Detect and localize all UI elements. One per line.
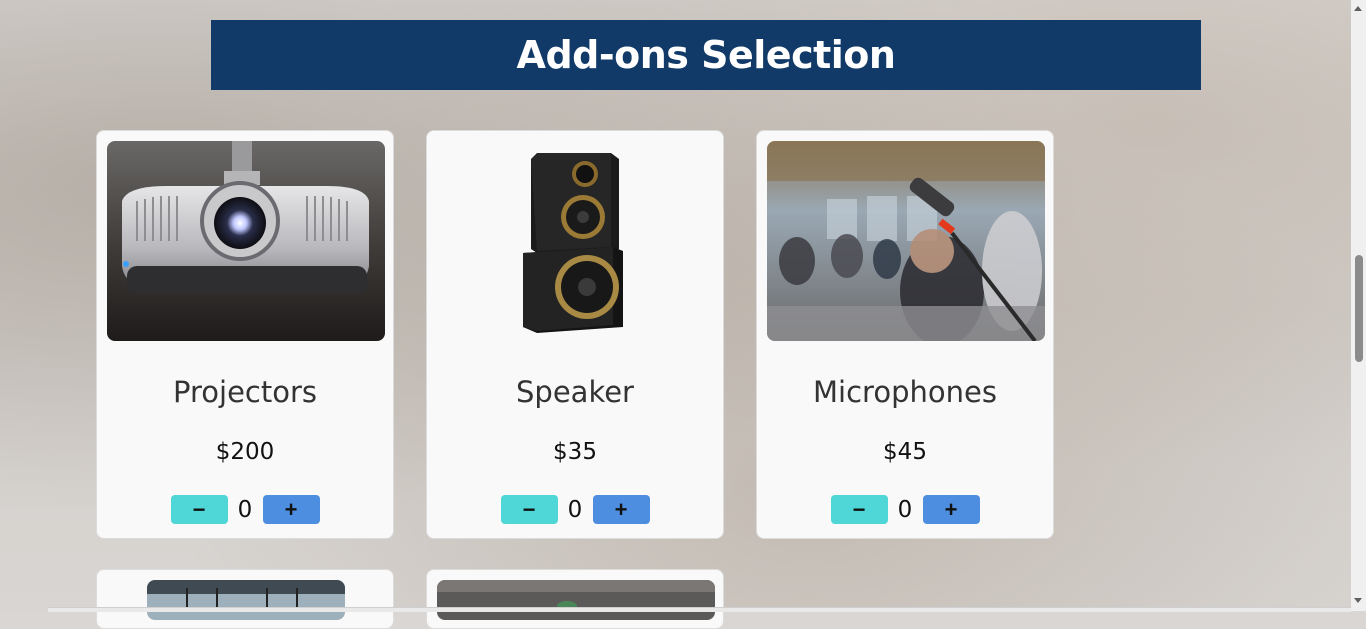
addon-price: $200 (215, 439, 275, 465)
projector-icon (107, 141, 385, 341)
scroll-up-arrow-icon[interactable] (1354, 6, 1362, 11)
increase-button[interactable]: + (262, 495, 320, 524)
scroll-down-arrow-icon[interactable] (1354, 598, 1362, 603)
venue-photo-icon (437, 580, 715, 620)
addon-image-partial (437, 580, 715, 620)
room-photo-icon (147, 580, 345, 620)
addon-card-partial (426, 569, 724, 629)
speaker-icon (437, 141, 715, 341)
addon-card-partial (96, 569, 394, 629)
quantity-value: 0 (897, 496, 913, 523)
addon-card-microphones: Microphones $45 − 0 + (756, 130, 1054, 539)
increase-button[interactable]: + (922, 495, 980, 524)
increase-button[interactable]: + (592, 495, 650, 524)
microphone-image (767, 141, 1045, 341)
quantity-stepper: − 0 + (757, 495, 1053, 524)
addon-card-speaker: Speaker $35 − 0 + (426, 130, 724, 539)
decrease-button[interactable]: − (830, 495, 888, 524)
horizontal-scrollbar[interactable] (48, 607, 1351, 612)
scrollbar-thumb[interactable] (1355, 255, 1363, 362)
addon-image-partial (147, 580, 345, 620)
page-title: Add-ons Selection (211, 20, 1201, 90)
addon-name: Microphones (813, 375, 997, 409)
quantity-value: 0 (237, 496, 253, 523)
quantity-stepper: − 0 + (427, 495, 723, 524)
addon-name: Projectors (173, 375, 317, 409)
addon-price: $45 (883, 439, 927, 465)
quantity-stepper: − 0 + (97, 495, 393, 524)
decrease-button[interactable]: − (170, 495, 228, 524)
addon-name: Speaker (516, 375, 634, 409)
speaker-image (437, 141, 715, 341)
quantity-value: 0 (567, 496, 583, 523)
projector-image (107, 141, 385, 341)
addon-price: $35 (553, 439, 597, 465)
vertical-scrollbar[interactable] (1351, 0, 1366, 611)
addon-card-projectors: Projectors $200 − 0 + (96, 130, 394, 539)
decrease-button[interactable]: − (500, 495, 558, 524)
microphone-icon (767, 141, 1045, 341)
